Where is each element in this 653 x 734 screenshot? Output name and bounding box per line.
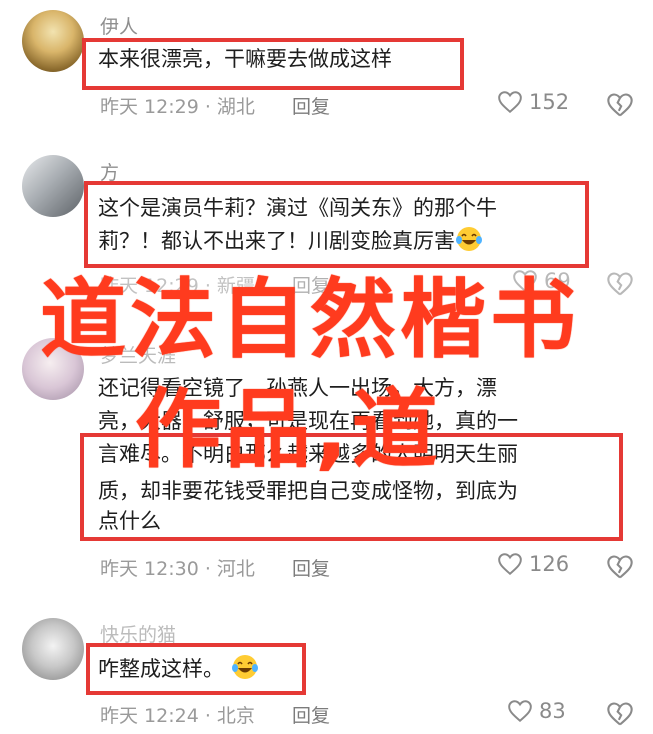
comment-text-line: 言难尽。不明白那么越来越多的人明明天生丽 <box>98 442 518 466</box>
reply-button[interactable]: 回复 <box>292 701 330 728</box>
like-count: 83 <box>539 699 566 723</box>
comment-username[interactable]: 伊人 <box>100 12 138 39</box>
comment-meta: 昨天 12:29 · 湖北 <box>100 96 255 118</box>
comment-text-line: 亮，大器，舒服，可是现在再看到她，真的一 <box>98 409 518 433</box>
comment-text-line: 这个是演员牛莉？演过《闯关东》的那个牛 <box>98 196 497 220</box>
broken-heart-icon[interactable] <box>606 92 634 118</box>
reply-button[interactable]: 回复 <box>292 92 330 119</box>
like-button[interactable]: 83 <box>507 699 566 723</box>
comment-text: 本来很漂亮，干嘛要去做成这样 <box>98 47 392 71</box>
comment-username[interactable]: 快乐的猫 <box>100 620 176 647</box>
like-count: 152 <box>529 90 570 114</box>
avatar[interactable] <box>22 338 84 400</box>
comment-text-line: 莉？！都认不出来了！川剧变脸真厉害 <box>98 225 483 258</box>
heart-outline-icon <box>513 270 537 293</box>
avatar[interactable] <box>22 618 84 680</box>
comment-meta: 昨天 12:30 · 河北 <box>100 558 255 580</box>
comment-text-line: 质，却非要花钱受罪把自己变成怪物，到底为 <box>98 479 518 503</box>
broken-heart-icon[interactable] <box>606 701 634 727</box>
comment-text-line: 还记得看空镜了，孙燕人一出场，大方，漂 <box>98 376 497 400</box>
like-button[interactable]: 126 <box>497 552 569 576</box>
comment-meta: 昨天 12:29 · 新疆 <box>100 275 255 297</box>
broken-heart-icon[interactable] <box>606 554 634 580</box>
like-button[interactable]: 152 <box>497 90 569 114</box>
heart-outline-icon <box>498 553 522 576</box>
reply-button[interactable]: 回复 <box>292 271 330 298</box>
like-button[interactable]: 69 <box>512 269 571 293</box>
like-count: 126 <box>529 552 570 576</box>
reply-button[interactable]: 回复 <box>292 554 330 581</box>
laughing-tears-emoji-icon <box>456 227 482 251</box>
comment-text: 咋整成这样。 <box>98 653 259 686</box>
comment-meta: 昨天 12:24 · 北京 <box>100 705 255 727</box>
avatar[interactable] <box>22 155 84 217</box>
comment-username[interactable]: 方 <box>100 158 119 185</box>
comment-text-line: 点什么 <box>98 509 161 533</box>
broken-heart-icon[interactable] <box>606 271 634 297</box>
laughing-tears-emoji-icon <box>231 655 258 679</box>
avatar[interactable] <box>22 10 84 72</box>
comment-username[interactable]: 梦兰天涯 <box>100 341 176 368</box>
heart-outline-icon <box>498 91 522 114</box>
like-count: 69 <box>544 269 571 293</box>
heart-outline-icon <box>508 700 532 723</box>
